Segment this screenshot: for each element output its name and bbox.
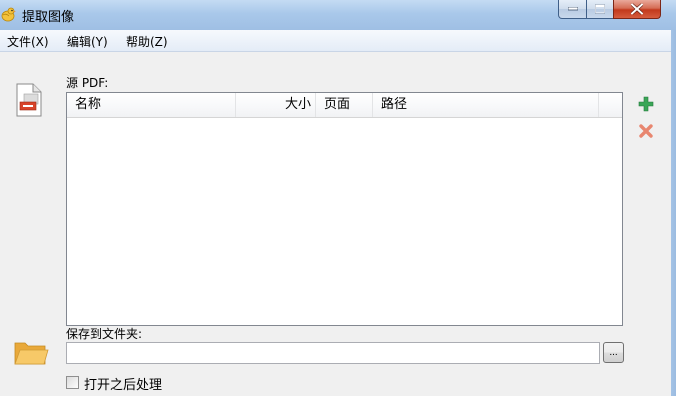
pdf-document-icon bbox=[16, 83, 42, 117]
window-title: 提取图像 bbox=[22, 10, 75, 25]
checkbox-box[interactable] bbox=[66, 376, 79, 389]
open-after-label[interactable]: 打开之后处理 bbox=[84, 374, 162, 393]
minimize-button[interactable] bbox=[558, 0, 587, 19]
close-icon bbox=[631, 3, 643, 15]
minimize-icon bbox=[567, 7, 578, 11]
save-to-folder-label: 保存到文件夹: bbox=[66, 327, 143, 341]
remove-icon[interactable] bbox=[638, 123, 654, 139]
browse-button[interactable]: ... bbox=[603, 342, 624, 363]
window-right-border bbox=[671, 30, 676, 396]
add-icon[interactable] bbox=[638, 96, 654, 112]
client-area: 文件(X) 编辑(Y) 帮助(Z) 源 PDF: 名称 大小 页面 路径 保存到… bbox=[0, 30, 671, 396]
column-header-path[interactable]: 路径 bbox=[373, 93, 599, 117]
maximize-icon bbox=[595, 4, 605, 14]
maximize-button[interactable] bbox=[586, 0, 614, 19]
menu-bar: 文件(X) 编辑(Y) 帮助(Z) bbox=[0, 30, 671, 52]
list-header: 名称 大小 页面 路径 bbox=[67, 93, 622, 118]
menu-edit[interactable]: 编辑(Y) bbox=[67, 33, 108, 50]
source-pdf-label: 源 PDF: bbox=[66, 76, 109, 90]
folder-icon bbox=[14, 342, 49, 365]
column-header-name[interactable]: 名称 bbox=[67, 93, 236, 117]
source-pdf-list[interactable]: 名称 大小 页面 路径 bbox=[66, 92, 623, 326]
close-button[interactable] bbox=[613, 0, 661, 19]
title-bar[interactable]: 提取图像 bbox=[0, 0, 676, 30]
menu-file[interactable]: 文件(X) bbox=[7, 33, 49, 50]
output-folder-input[interactable] bbox=[66, 342, 600, 364]
extract-images-window: 提取图像 文件(X) 编辑(Y) 帮助(Z) 源 PDF: 名称 大小 页面 路… bbox=[0, 0, 676, 396]
column-header-pages[interactable]: 页面 bbox=[316, 93, 373, 117]
column-header-filler bbox=[599, 93, 622, 117]
menu-help[interactable]: 帮助(Z) bbox=[126, 33, 168, 50]
column-header-size[interactable]: 大小 bbox=[236, 93, 316, 117]
bird-app-icon bbox=[1, 7, 16, 22]
